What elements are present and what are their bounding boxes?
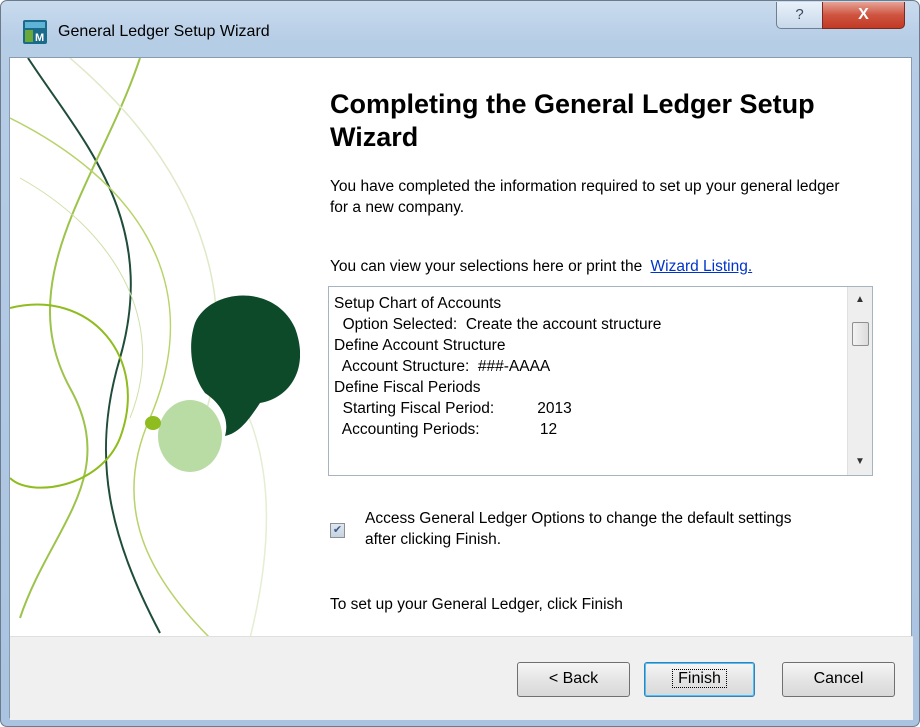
options-checkbox-label[interactable]: Access General Ledger Options to change … — [365, 508, 795, 550]
listing-line: Option Selected: Create the account stru… — [334, 316, 662, 333]
svg-text:M: M — [35, 32, 44, 44]
view-selections-text: You can view your selections here or pri… — [330, 258, 643, 275]
finish-button[interactable]: Finish — [644, 662, 755, 697]
scroll-down-icon[interactable]: ▼ — [848, 451, 872, 473]
decorative-artwork — [10, 58, 300, 638]
wizard-listing-link[interactable]: Wizard Listing. — [651, 258, 753, 275]
intro-text: You have completed the information requi… — [330, 178, 840, 216]
listing-line: Account Structure: ###-AAAA — [334, 358, 551, 375]
scroll-up-icon[interactable]: ▲ — [848, 289, 872, 311]
listing-line: Define Account Structure — [334, 337, 506, 354]
button-bar: < Back Finish Cancel — [10, 636, 913, 720]
wizard-window: M General Ledger Setup Wizard ? X Comple… — [0, 0, 920, 727]
scroll-thumb[interactable] — [852, 322, 869, 346]
wizard-client-area: Completing the General Ledger Setup Wiza… — [9, 57, 913, 720]
listing-line: Accounting Periods: 12 — [334, 421, 558, 438]
listing-line: Setup Chart of Accounts — [334, 295, 502, 312]
options-checkbox[interactable]: ✔ — [330, 523, 345, 538]
page-heading: Completing the General Ledger Setup Wiza… — [330, 89, 815, 152]
window-title: General Ledger Setup Wizard — [58, 23, 270, 40]
help-button[interactable]: ? — [776, 2, 823, 29]
finish-instruction: To set up your General Ledger, click Fin… — [330, 596, 623, 613]
listing-line: Starting Fiscal Period: 2013 — [334, 400, 572, 417]
app-icon: M — [23, 20, 47, 44]
view-selections-line: You can view your selections here or pri… — [330, 258, 752, 276]
listing-line: Define Fiscal Periods — [334, 379, 481, 396]
selections-listing[interactable]: Setup Chart of Accounts Option Selected:… — [328, 286, 873, 476]
close-button[interactable]: X — [822, 2, 905, 29]
listing-text: Setup Chart of Accounts Option Selected:… — [334, 293, 661, 440]
back-button[interactable]: < Back — [517, 662, 630, 697]
listing-scrollbar[interactable]: ▲ ▼ — [847, 287, 872, 475]
title-bar: M General Ledger Setup Wizard ? X — [1, 1, 919, 65]
finish-button-label: Finish — [672, 669, 727, 688]
cancel-button[interactable]: Cancel — [782, 662, 895, 697]
